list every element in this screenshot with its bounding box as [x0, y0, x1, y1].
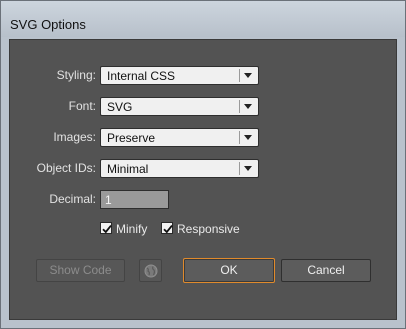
responsive-checkbox[interactable]: Responsive: [161, 221, 241, 237]
images-label-row: Images:: [10, 128, 96, 147]
ok-button[interactable]: OK: [183, 258, 275, 283]
images-select[interactable]: Preserve: [100, 128, 259, 147]
decimal-label-row: Decimal:: [10, 190, 96, 209]
dialog-title: SVG Options: [10, 17, 86, 32]
globe-icon: [144, 264, 158, 278]
chevron-down-icon: [244, 73, 252, 78]
font-label: Font:: [68, 99, 96, 113]
styling-value: Internal CSS: [107, 69, 176, 83]
web-preview-button[interactable]: [139, 259, 162, 282]
object-ids-label: Object IDs:: [36, 161, 96, 175]
chevron-down-icon: [244, 166, 252, 171]
object-ids-select[interactable]: Minimal: [100, 159, 259, 178]
images-value: Preserve: [107, 131, 156, 145]
object-ids-value: Minimal: [107, 162, 149, 176]
select-divider: [239, 100, 240, 113]
svg-options-dialog: SVG Options Styling: Internal CSS Font: …: [0, 0, 406, 329]
cancel-button[interactable]: Cancel: [281, 259, 371, 282]
font-select[interactable]: SVG: [100, 97, 259, 116]
checkmark-icon: [102, 225, 112, 234]
styling-label: Styling:: [56, 68, 96, 82]
select-divider: [239, 69, 240, 82]
minify-label: Minify: [116, 222, 148, 236]
chevron-down-icon: [244, 104, 252, 109]
responsive-label: Responsive: [177, 222, 240, 236]
select-divider: [239, 162, 240, 175]
styling-select[interactable]: Internal CSS: [100, 66, 259, 85]
select-divider: [239, 131, 240, 144]
images-label: Images:: [53, 130, 96, 144]
object-ids-label-row: Object IDs:: [10, 159, 96, 178]
options-panel: Styling: Internal CSS Font: SVG Images: …: [9, 39, 397, 320]
font-value: SVG: [107, 100, 133, 114]
responsive-checkbox-box[interactable]: [161, 222, 173, 234]
font-label-row: Font:: [10, 97, 96, 116]
minify-checkbox[interactable]: Minify: [100, 221, 150, 237]
minify-checkbox-box[interactable]: [100, 222, 112, 234]
chevron-down-icon: [244, 135, 252, 140]
title-bar[interactable]: SVG Options: [1, 1, 405, 37]
decimal-label: Decimal:: [49, 192, 96, 206]
decimal-input[interactable]: [100, 190, 169, 209]
show-code-button[interactable]: Show Code: [36, 259, 125, 282]
styling-label-row: Styling:: [10, 66, 96, 85]
checkmark-icon: [163, 225, 173, 234]
